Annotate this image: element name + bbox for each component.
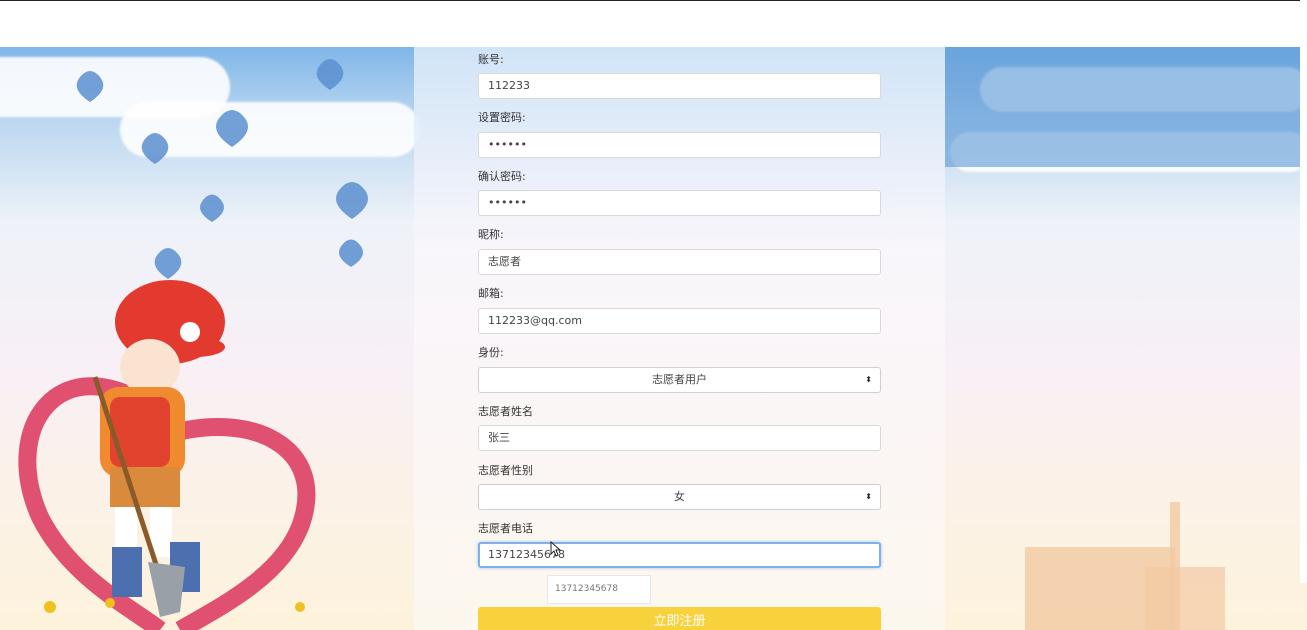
right-edge (1300, 0, 1307, 583)
top-bar (0, 0, 1307, 47)
confirm-password-input[interactable]: •••••• (478, 190, 881, 216)
mouse-cursor-icon (550, 541, 562, 557)
city-illustration (945, 47, 1307, 630)
identity-select-value: 志愿者用户 (652, 373, 707, 386)
nickname-input[interactable]: 志愿者 (478, 249, 881, 275)
confirm-password-label: 确认密码: (478, 170, 526, 183)
volunteer-gender-label: 志愿者性别 (478, 464, 533, 477)
account-input[interactable]: 112233 (478, 73, 881, 99)
nickname-label: 昵称: (478, 228, 504, 241)
volunteer-phone-input[interactable]: 13712345678 (478, 542, 881, 568)
email-input[interactable]: 112233@qq.com (478, 308, 881, 334)
register-page: 账号: 112233 设置密码: •••••• 确认密码: •••••• 昵称:… (0, 0, 1307, 630)
volunteer-phone-label: 志愿者电话 (478, 522, 533, 535)
password-label: 设置密码: (478, 111, 526, 124)
volunteer-name-label: 志愿者姓名 (478, 405, 533, 418)
volunteer-gender-select-value: 女 (674, 490, 685, 503)
volunteer-illustration (18, 59, 368, 630)
password-input[interactable]: •••••• (478, 132, 881, 158)
volunteer-name-input[interactable]: 张三 (478, 425, 881, 451)
account-label: 账号: (478, 53, 504, 66)
identity-select[interactable]: 志愿者用户 ⬍ (478, 367, 881, 393)
register-submit-button[interactable]: 立即注册 (478, 607, 881, 630)
select-arrows-icon: ⬍ (865, 492, 872, 501)
autocomplete-suggestion[interactable]: 13712345678 (547, 575, 651, 604)
email-label: 邮箱: (478, 287, 504, 300)
select-arrows-icon: ⬍ (865, 375, 872, 384)
volunteer-gender-select[interactable]: 女 ⬍ (478, 484, 881, 510)
identity-label: 身份: (478, 346, 504, 359)
